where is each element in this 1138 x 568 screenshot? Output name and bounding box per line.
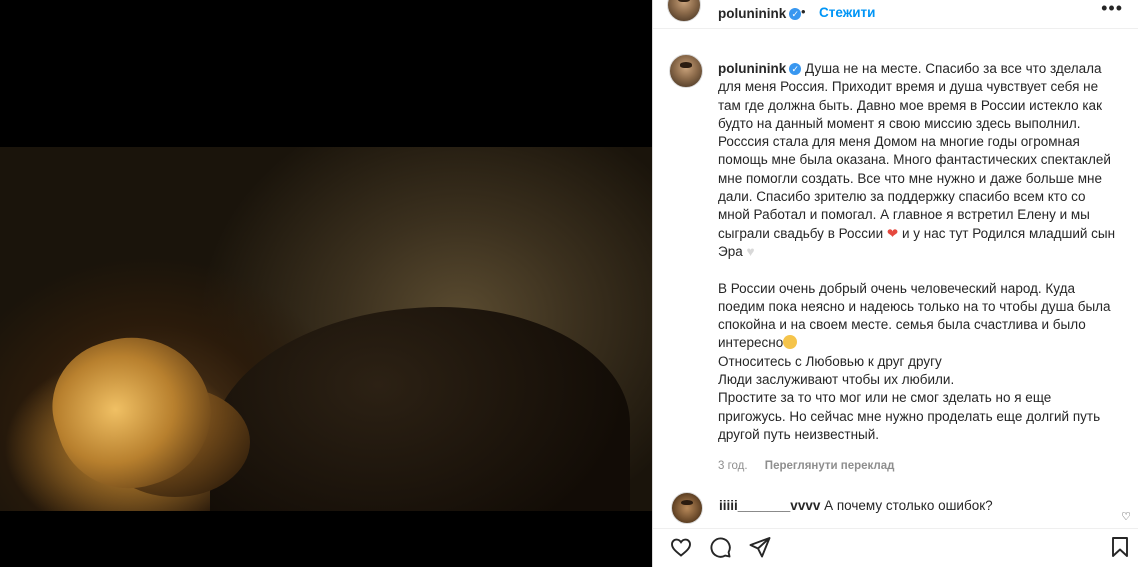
bookmark-icon[interactable]: [1108, 535, 1132, 559]
caption-line-4: Люди заслуживают чтобы их любили.: [718, 372, 955, 388]
post-side-panel: poluninink ✓ • Стежити ••• poluninink ✓ Ду…: [652, 0, 1138, 567]
post-media[interactable]: [0, 0, 652, 567]
more-options-icon[interactable]: •••: [1101, 0, 1123, 19]
comment-body: А почему столько ошибок?: [824, 498, 993, 513]
caption-text-1: Душа не на месте. Спасибо за все что зде…: [718, 61, 1111, 241]
smile-emoji-icon: [783, 335, 798, 350]
share-icon[interactable]: [748, 535, 772, 559]
comment-row: iiiii_______vvvv А почему столько ошибок…: [671, 492, 1131, 524]
caption-line-3: Относитесь с Любовью к друг другу: [718, 353, 942, 369]
verified-badge-icon: ✓: [789, 63, 802, 76]
commenter-avatar[interactable]: [671, 492, 703, 524]
post-photo: [0, 147, 652, 511]
commenter-username[interactable]: iiiii_______vvvv: [719, 498, 820, 513]
caption-paragraph-1: poluninink ✓ Душа не на месте. Спасибо за…: [718, 60, 1118, 261]
see-translation-button[interactable]: Переглянути переклад: [765, 460, 895, 472]
post-caption: poluninink ✓ Душа не на месте. Спасибо за…: [718, 60, 1118, 444]
red-heart-emoji-icon: ❤: [886, 225, 899, 241]
author-avatar[interactable]: [667, 0, 701, 22]
separator-dot: •: [801, 4, 806, 19]
follow-button[interactable]: Стежити: [819, 5, 875, 20]
post-header: poluninink ✓ • Стежити •••: [653, 0, 1138, 29]
comment-text-group: iiiii_______vvvv А почему столько ошибок…: [719, 498, 993, 513]
white-heart-emoji-icon: ♥: [746, 243, 755, 259]
caption-text-2: В России очень добрый очень человеческий…: [718, 280, 1111, 351]
author-name-group: poluninink ✓: [718, 5, 802, 23]
heart-icon[interactable]: [669, 535, 693, 559]
post-time: 3 год.: [718, 460, 748, 472]
photo-shoulder-shape: [210, 307, 630, 511]
verified-badge-icon: ✓: [789, 7, 802, 20]
author-username[interactable]: poluninink: [718, 6, 786, 21]
post-actions-bar: [653, 528, 1138, 568]
caption-paragraph-2: В России очень добрый очень человеческий…: [718, 280, 1118, 353]
comment-like-icon[interactable]: ♡: [1121, 510, 1131, 523]
caption-line-5: Простите за то что мог или не смог здела…: [718, 390, 1101, 442]
caption-meta: 3 год. Переглянути переклад: [718, 460, 894, 472]
comment-icon[interactable]: [708, 535, 732, 559]
caption-avatar[interactable]: [669, 54, 703, 88]
caption-username[interactable]: poluninink: [718, 61, 786, 76]
